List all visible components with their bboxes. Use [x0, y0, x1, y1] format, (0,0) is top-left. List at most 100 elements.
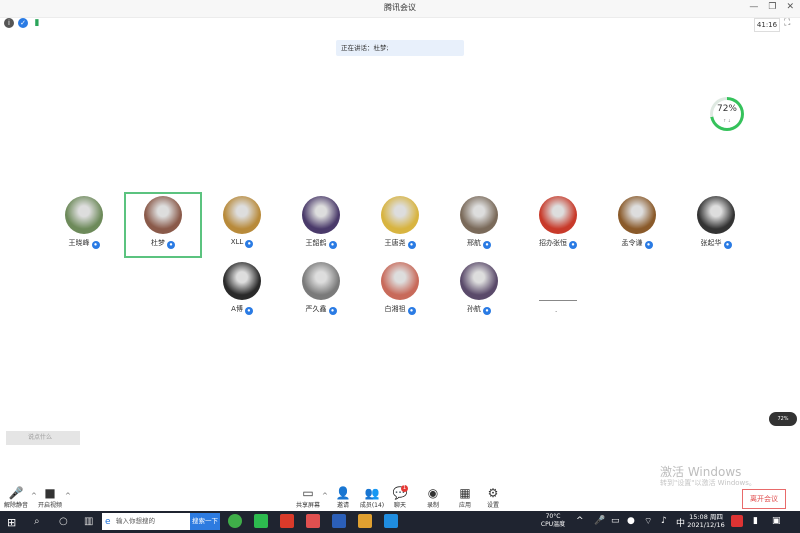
close-icon[interactable]: ✕ [786, 2, 794, 12]
participant-name-text: A博 [231, 305, 243, 313]
participant-name: A博 ⏺ [203, 304, 281, 315]
participant-tile[interactable]: 招办张恒 ⏺ [519, 192, 597, 258]
participant-name: 杜梦 ⏺ [124, 238, 202, 249]
participant-name-text: 严久鑫 [305, 305, 327, 313]
participant-tile[interactable]: 王晓峰 ⏺ [45, 192, 123, 258]
mic-icon: ⏺ [723, 241, 732, 249]
mic-icon: ⏺ [483, 241, 491, 249]
meeting-info-icons: i ✓ ▮ [4, 18, 42, 28]
share-screen-label: 共享屏幕 [295, 502, 320, 509]
invite-label: 邀请 [336, 502, 349, 509]
participant-tile[interactable]: 杜梦 ⏺ [124, 192, 202, 258]
participant-tile[interactable]: 白湘祖 ⏺ [361, 258, 439, 324]
mic-icon: ⏺ [328, 307, 337, 315]
taskbar-app-pdf-icon[interactable] [306, 514, 320, 528]
participant-tile[interactable]: A博 ⏺ [203, 258, 281, 324]
minimize-icon[interactable]: — [749, 2, 758, 12]
apps-label: 应用 [458, 502, 471, 509]
windows-start-icon[interactable]: ⊞ [7, 516, 16, 529]
participant-name-text: 孟令谦 [621, 239, 643, 247]
participant-name: 王晓峰 ⏺ [45, 238, 123, 249]
mic-icon: ⏺ [328, 241, 337, 249]
mic-icon: ⏺ [644, 241, 653, 249]
task-view-icon[interactable]: ▥ [84, 516, 93, 527]
activate-windows-hint: 转到"设置"以激活 Windows。 [660, 479, 756, 487]
chat-unread-badge: 1 [401, 485, 408, 492]
taskbar-clock[interactable]: 15:08 周四 2021/12/16 [684, 513, 728, 529]
participant-name-text: 白湘祖 [384, 305, 406, 313]
speaking-indicator: 正在讲话：杜梦; [336, 40, 464, 56]
participant-tile[interactable]: XLL ⏺ [203, 192, 281, 258]
participant-avatar-placeholder [539, 262, 577, 301]
participant-avatar [539, 196, 577, 234]
participant-tile[interactable]: 严久鑫 ⏺ [282, 258, 360, 324]
fullscreen-icon[interactable]: ⛶ [784, 18, 790, 28]
video-options-chevron-icon[interactable]: ^ [65, 492, 71, 500]
participant-name: 孟令谦 ⏺ [598, 238, 676, 249]
restore-icon[interactable]: ❐ [768, 2, 776, 12]
participant-tile[interactable]: 邢航 ⏺ [440, 192, 518, 258]
participant-name-text: 孙航 [467, 305, 481, 313]
taskbar-app-wechat-icon[interactable] [254, 514, 268, 528]
tray-network-icon[interactable]: ⌔ [644, 516, 652, 527]
info-icon[interactable]: i [4, 18, 14, 28]
mic-icon: ⏺ [91, 241, 100, 249]
participant-name: . [555, 306, 558, 314]
tray-microphone-icon[interactable]: 🎤 [594, 516, 605, 526]
cortana-icon[interactable]: ○ [59, 516, 68, 527]
participant-tile[interactable]: 孙航 ⏺ [440, 258, 518, 324]
participant-name-text: 王晓峰 [68, 239, 90, 247]
participant-name: 张起华 ⏺ [677, 238, 755, 249]
taskbar-app-tencent-meeting-icon[interactable] [384, 514, 398, 528]
participant-name-text: 王韶鹤 [305, 239, 327, 247]
mic-icon: ⏺ [245, 240, 254, 248]
tray-app-2-icon[interactable]: ▮ [753, 516, 758, 526]
tray-volume-icon[interactable]: ♪ [661, 516, 667, 526]
participant-avatar [302, 196, 340, 234]
participant-tile[interactable]: 孟令谦 ⏺ [598, 192, 676, 258]
tray-app-icon[interactable]: ● [627, 516, 635, 526]
taskbar-app-360-icon[interactable] [228, 514, 242, 528]
taskbar-app-word-icon[interactable] [332, 514, 346, 528]
participant-name-text: 杜梦 [151, 239, 165, 247]
tray-chevron-icon[interactable]: ^ [576, 516, 584, 526]
chat-input[interactable]: 说点什么 [6, 431, 80, 445]
taskbar-app-gallery-icon[interactable] [358, 514, 372, 528]
signal-icon[interactable]: ▮ [32, 18, 42, 28]
settings-button[interactable]: ⚙ 设置 [473, 486, 513, 509]
clock-date: 2021/12/16 [687, 521, 725, 529]
mic-icon: ⏺ [483, 307, 491, 315]
participant-avatar [302, 262, 340, 300]
cpu-usage-ring[interactable] [710, 97, 744, 131]
leave-meeting-button[interactable]: 离开会议 [742, 489, 786, 509]
participant-tile[interactable]: 张起华 ⏺ [677, 192, 755, 258]
cpu-temperature: 70°C CPU温度 [538, 513, 568, 529]
mic-icon: ⏺ [407, 241, 416, 249]
tray-notification-app-icon[interactable] [731, 515, 743, 527]
participant-avatar [460, 196, 498, 234]
taskbar-search-button[interactable]: 搜索一下 [190, 513, 220, 530]
participant-tile[interactable]: . [519, 258, 597, 324]
camera-icon: ■ [44, 486, 56, 500]
gear-icon: ⚙ [487, 486, 499, 500]
participant-tile[interactable]: 王韶鹤 ⏺ [282, 192, 360, 258]
cpu-temperature-label: CPU温度 [540, 521, 566, 528]
cpu-mini-badge[interactable]: 72% [769, 412, 797, 426]
shield-icon[interactable]: ✓ [18, 18, 28, 28]
participant-name: 王唐尧 ⏺ [361, 238, 439, 249]
tray-battery-icon[interactable]: ▭ [611, 516, 620, 526]
taskbar-app-wps-icon[interactable] [280, 514, 294, 528]
start-video-button[interactable]: ■ 开启视频 [30, 486, 70, 509]
participant-avatar [223, 262, 261, 300]
participant-avatar [65, 196, 103, 234]
meeting-timer: 41:16 [754, 18, 780, 32]
taskbar-search-input[interactable]: 输入你想搜的 [102, 513, 190, 530]
clock-time: 15:08 周四 [689, 513, 723, 521]
search-icon[interactable]: ⌕ [34, 516, 40, 527]
participant-name: 王韶鹤 ⏺ [282, 238, 360, 249]
participant-avatar [381, 262, 419, 300]
participant-tile[interactable]: 王唐尧 ⏺ [361, 192, 439, 258]
participant-name-text: 王唐尧 [384, 239, 406, 247]
chat-label: 聊天 [393, 502, 406, 509]
notification-center-icon[interactable]: ▣ [772, 516, 781, 526]
